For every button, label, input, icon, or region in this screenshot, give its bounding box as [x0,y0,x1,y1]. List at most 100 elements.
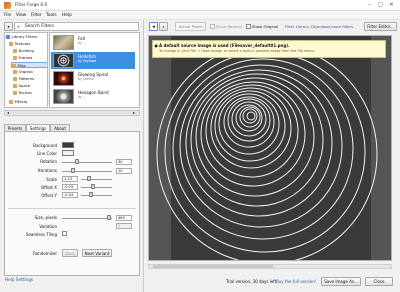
library-options-button[interactable]: ▾ [4,22,13,31]
menu-tools[interactable]: Tools [46,13,57,18]
buy-full-version-link[interactable]: Buy the full version! [276,279,316,284]
size-slider[interactable] [62,218,112,219]
offset-x-slider[interactable] [81,187,112,188]
tree-item-textures[interactable]: Textures [9,41,30,47]
preview-image[interactable] [148,35,392,261]
size-input[interactable]: 480 [116,215,132,221]
filter-editor-button[interactable]: Filter Editor... [364,22,397,31]
folder-icon [6,34,10,39]
tree-item-space[interactable]: Space [13,83,30,89]
menu-filter[interactable]: Filter [31,13,42,18]
minimize-icon[interactable]: – [366,2,373,9]
iterations-slider[interactable] [62,171,112,172]
hand-tool-icon[interactable]: ☚ [149,22,158,31]
menu-view[interactable]: View [16,13,26,18]
window-title: Filter Forge 6.0 [15,3,48,8]
scale-label: Scale [46,177,57,182]
filter-thumbnail [53,35,74,50]
filter-item-glowing-spiral[interactable]: Glowing Spiral by Sphinx [51,70,135,87]
tree-item-frames[interactable]: Frames [13,55,32,61]
title-bar: Filter Forge 6.0 – □ ✕ [0,0,400,11]
menu-file[interactable]: File [4,13,11,18]
show-borders-label: Show Borders [216,24,243,29]
offset-y-slider[interactable] [81,195,112,196]
filter-item-fall[interactable]: Fall by ... [51,34,135,51]
preview-toolbar: ☚ ⌕ Actual Pixels Show Borders Show Orig… [146,20,400,33]
tree-item-organic[interactable]: Organic [13,69,33,75]
arrow-left-icon[interactable]: ◂ [7,111,9,115]
filter-thumbnail [53,53,74,68]
scale-slider-thumb[interactable] [87,176,91,181]
tree-item-patterns[interactable]: Patterns [13,76,34,82]
tree-item-library-filters[interactable]: Library Filters [6,34,37,40]
filter-item-hexagon-band[interactable]: Hexagon Band by ... [51,88,135,105]
rotation-slider-thumb[interactable] [75,159,79,164]
preview-horizontal-scrollbar[interactable] [148,264,392,269]
size-slider-thumb[interactable] [107,215,111,220]
maximize-icon[interactable]: □ [377,2,384,9]
iterations-slider-thumb[interactable] [71,168,75,173]
size-label: Size, pixels [34,215,57,220]
tree-item-misc[interactable]: Misc [11,62,47,68]
back-button[interactable]: Back [62,249,78,257]
info-icon: ● [154,43,159,48]
offset-y-input[interactable]: -0.24 [62,192,78,198]
tree-item-effects[interactable]: Effects [9,99,27,105]
next-variant-button[interactable]: Next Variant [82,249,112,257]
tree-item-building[interactable]: Building [13,48,34,54]
iterations-input[interactable]: 10 [116,168,132,174]
download-filters-link[interactable]: Filter Library: Download more filters [285,24,353,29]
trial-text: Trial version, 30 days left. [226,279,278,284]
settings-panel: Background Line Color Rotation 30 Iterat… [4,131,140,276]
close-icon[interactable]: ✕ [388,2,395,9]
default-image-notice: ● A default source image is used (Filesa… [152,40,386,58]
filter-item-hellofish[interactable]: Hellofish by Skybase [51,52,135,69]
menu-help[interactable]: Help [62,13,72,18]
help-settings-link[interactable]: Help Settings [5,277,33,282]
arrow-right-icon[interactable]: ▸ [133,111,135,115]
folder-icon [13,90,17,95]
offset-y-label: Offset Y [41,193,57,198]
scrollbar-thumb[interactable] [153,265,273,268]
seamless-tiling-checkbox[interactable] [62,231,67,236]
actual-pixels-button[interactable]: Actual Pixels [175,22,206,31]
offset-x-slider-thumb[interactable] [91,184,95,189]
scale-slider[interactable] [81,179,112,180]
notice-title: A default source image is used (Filesave… [159,43,290,48]
status-bar: Trial version, 30 days left. Buy the ful… [146,274,400,288]
search-label: Search Filters [25,24,55,29]
save-image-button[interactable]: Save Image As... [321,277,361,286]
scale-input[interactable]: 1.13 [62,176,78,182]
filter-list[interactable]: Fall by ... Hellofish by Skybase Glowing… [49,32,140,108]
variation-input[interactable]: 1 [116,223,132,229]
folder-icon [13,76,17,81]
background-label: Background [33,143,57,148]
show-original-label: Show Original [252,24,279,29]
close-button[interactable]: Close [365,277,393,286]
filter-thumbnail [53,89,74,104]
offset-y-slider-thumb[interactable] [89,192,93,197]
search-input[interactable]: ⌕ Search Filters [14,22,139,31]
filter-thumbnail [53,71,74,86]
rotation-label: Rotation [40,159,57,164]
show-original-checkbox[interactable] [246,24,251,29]
category-tree[interactable]: Library Filters Textures Building Frames… [4,32,48,108]
rotation-input[interactable]: 30 [116,159,132,165]
show-borders-checkbox[interactable] [210,24,215,29]
zoom-tool-icon[interactable]: ⌕ [159,22,168,31]
notice-text: To change it, click File → Open Image, o… [159,49,315,53]
divider [8,208,136,209]
offset-x-input[interactable]: -0.19 [62,184,78,190]
rotation-slider[interactable] [62,162,112,163]
spiral-rings-image [149,36,391,260]
folder-icon [9,41,13,46]
tree-item-techno[interactable]: Techno [13,90,32,96]
folder-icon [13,69,17,74]
background-color-swatch[interactable] [62,142,74,148]
folder-icon [9,99,13,104]
variation-label: Variation [39,224,57,229]
line-color-swatch[interactable] [62,150,74,156]
iterations-label: Iterations [37,168,57,173]
folder-icon [13,48,17,53]
app-icon [4,2,11,9]
